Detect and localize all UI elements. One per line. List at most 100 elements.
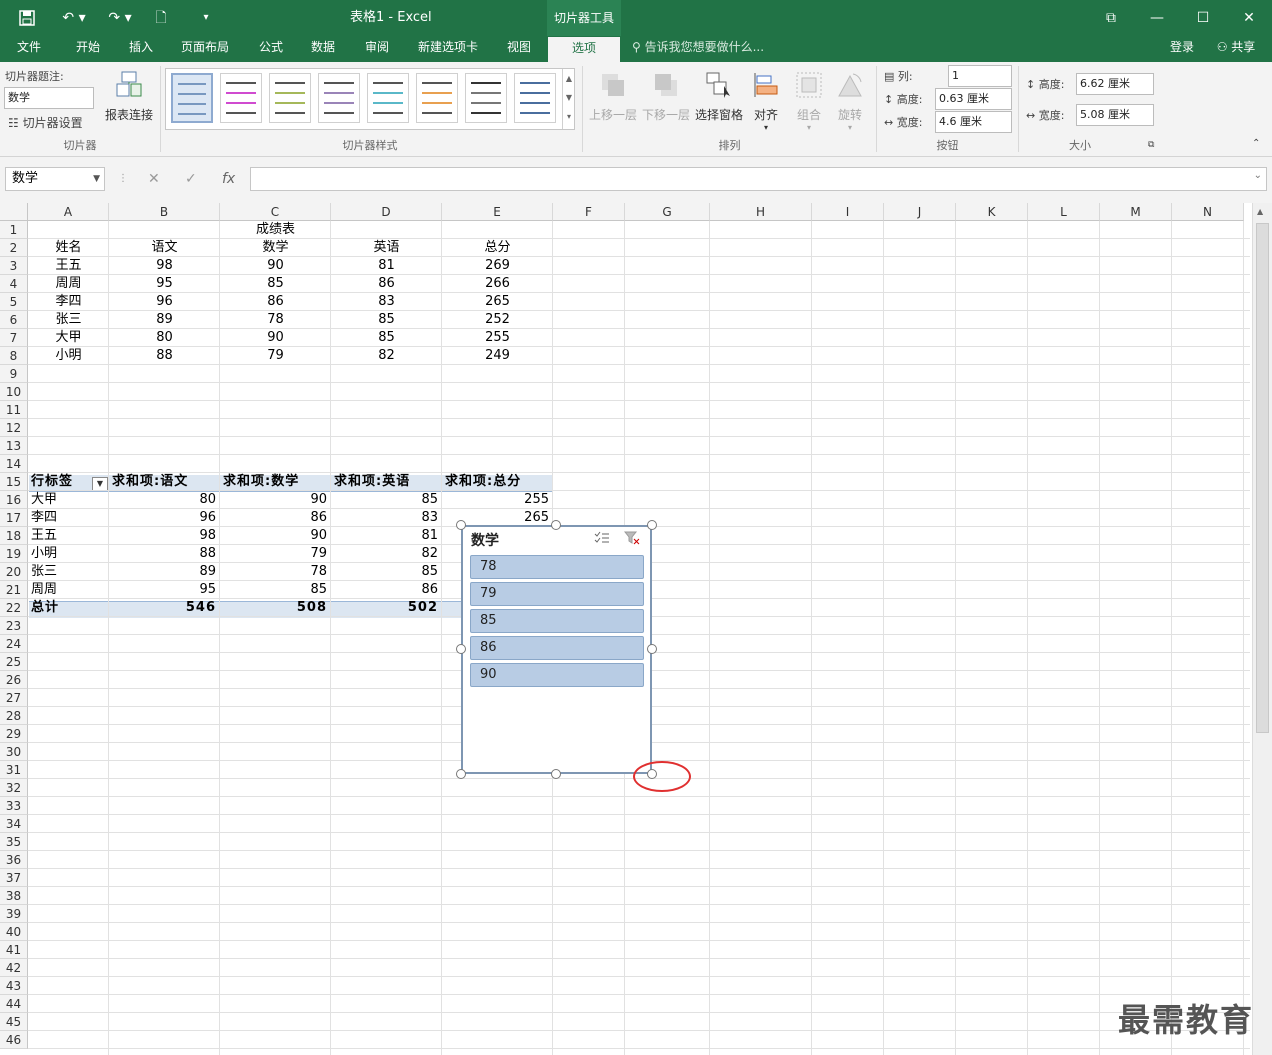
row-header-35[interactable]: 35 bbox=[0, 833, 28, 851]
pivot-cell[interactable]: 98 bbox=[109, 527, 220, 545]
column-header-j[interactable]: J bbox=[884, 203, 956, 221]
row-header-12[interactable]: 12 bbox=[0, 419, 28, 437]
resize-handle[interactable] bbox=[551, 769, 561, 779]
table-cell[interactable]: 266 bbox=[442, 275, 553, 293]
pivot-cell[interactable]: 90 bbox=[220, 491, 331, 509]
column-header-a[interactable]: A bbox=[28, 203, 109, 221]
row-header-18[interactable]: 18 bbox=[0, 527, 28, 545]
table-cell[interactable]: 95 bbox=[109, 275, 220, 293]
row-header-43[interactable]: 43 bbox=[0, 977, 28, 995]
resize-handle[interactable] bbox=[647, 644, 657, 654]
table-cell[interactable]: 小明 bbox=[28, 347, 109, 365]
resize-handle[interactable] bbox=[456, 520, 466, 530]
pivot-row-label[interactable]: 张三 bbox=[28, 563, 109, 581]
slicer-item-78[interactable]: 78 bbox=[470, 555, 644, 579]
column-header-e[interactable]: E bbox=[442, 203, 553, 221]
row-header-9[interactable]: 9 bbox=[0, 365, 28, 383]
clear-filter-icon[interactable] bbox=[624, 531, 640, 545]
selection-pane-button[interactable]: 选择窗格 bbox=[693, 66, 745, 136]
table-cell[interactable]: 86 bbox=[331, 275, 442, 293]
slicer-style-3[interactable] bbox=[269, 73, 311, 123]
scroll-up-icon[interactable]: ▲ bbox=[1257, 207, 1263, 216]
pivot-row-label[interactable]: 周周 bbox=[28, 581, 109, 599]
row-header-15[interactable]: 15 bbox=[0, 473, 28, 491]
row-header-44[interactable]: 44 bbox=[0, 995, 28, 1013]
insert-function-icon[interactable]: fx bbox=[222, 167, 235, 191]
table-cell[interactable]: 王五 bbox=[28, 257, 109, 275]
row-header-36[interactable]: 36 bbox=[0, 851, 28, 869]
column-header-g[interactable]: G bbox=[625, 203, 710, 221]
pivot-cell[interactable]: 85 bbox=[220, 581, 331, 599]
pivot-cell[interactable]: 95 bbox=[109, 581, 220, 599]
row-header-41[interactable]: 41 bbox=[0, 941, 28, 959]
table-cell[interactable]: 269 bbox=[442, 257, 553, 275]
row-header-13[interactable]: 13 bbox=[0, 437, 28, 455]
row-header-14[interactable]: 14 bbox=[0, 455, 28, 473]
row-header-16[interactable]: 16 bbox=[0, 491, 28, 509]
column-header-k[interactable]: K bbox=[956, 203, 1028, 221]
align-button[interactable]: 对齐 ▾ bbox=[742, 66, 790, 136]
pivot-cell[interactable]: 82 bbox=[331, 545, 442, 563]
slicer-height-spinner[interactable]: 6.62 厘米 bbox=[1076, 73, 1154, 95]
table-cell[interactable]: 78 bbox=[220, 311, 331, 329]
row-header-46[interactable]: 46 bbox=[0, 1031, 28, 1049]
slicer-style-4[interactable] bbox=[318, 73, 360, 123]
pivot-header-cell[interactable]: 求和项:语文 bbox=[109, 473, 220, 491]
pivot-header-cell[interactable]: 求和项:数学 bbox=[220, 473, 331, 491]
table-header-cell[interactable]: 数学 bbox=[220, 239, 331, 257]
pivot-cell[interactable]: 90 bbox=[220, 527, 331, 545]
sheet-title[interactable]: 成绩表 bbox=[220, 221, 331, 239]
rotate-button[interactable]: 旋转 ▾ bbox=[826, 66, 874, 136]
row-header-32[interactable]: 32 bbox=[0, 779, 28, 797]
select-all-corner[interactable] bbox=[0, 203, 28, 221]
column-header-c[interactable]: C bbox=[220, 203, 331, 221]
column-header-m[interactable]: M bbox=[1100, 203, 1172, 221]
redo-icon[interactable]: ↷ ▾ bbox=[102, 0, 138, 36]
tab-file[interactable]: 文件 bbox=[6, 36, 52, 62]
row-header-26[interactable]: 26 bbox=[0, 671, 28, 689]
bring-forward-button[interactable]: 上移一层 bbox=[587, 66, 639, 136]
table-cell[interactable]: 79 bbox=[220, 347, 331, 365]
minimize-button[interactable]: — bbox=[1134, 0, 1180, 36]
pivot-total-cell[interactable]: 总计 bbox=[28, 599, 109, 617]
table-cell[interactable]: 265 bbox=[442, 293, 553, 311]
slicer-item-79[interactable]: 79 bbox=[470, 582, 644, 606]
pivot-cell[interactable]: 86 bbox=[220, 509, 331, 527]
table-cell[interactable]: 82 bbox=[331, 347, 442, 365]
table-header-cell[interactable]: 总分 bbox=[442, 239, 553, 257]
table-cell[interactable]: 255 bbox=[442, 329, 553, 347]
row-header-3[interactable]: 3 bbox=[0, 257, 28, 275]
pivot-total-cell[interactable]: 508 bbox=[220, 599, 331, 617]
row-header-34[interactable]: 34 bbox=[0, 815, 28, 833]
row-header-20[interactable]: 20 bbox=[0, 563, 28, 581]
row-header-7[interactable]: 7 bbox=[0, 329, 28, 347]
pivot-header-cell[interactable]: 求和项:总分 bbox=[442, 473, 553, 491]
row-header-30[interactable]: 30 bbox=[0, 743, 28, 761]
expand-formula-icon[interactable]: ⌄ bbox=[1254, 170, 1262, 181]
table-cell[interactable]: 85 bbox=[331, 311, 442, 329]
table-cell[interactable]: 88 bbox=[109, 347, 220, 365]
resize-handle[interactable] bbox=[551, 520, 561, 530]
tab-formulas[interactable]: 公式 bbox=[248, 36, 294, 62]
table-cell[interactable]: 96 bbox=[109, 293, 220, 311]
table-cell[interactable]: 张三 bbox=[28, 311, 109, 329]
save-icon[interactable] bbox=[14, 0, 40, 36]
row-header-6[interactable]: 6 bbox=[0, 311, 28, 329]
slicer-settings-button[interactable]: ☷ 切片器设置 bbox=[8, 114, 83, 131]
row-header-28[interactable]: 28 bbox=[0, 707, 28, 725]
pivot-cell[interactable]: 79 bbox=[220, 545, 331, 563]
column-header-l[interactable]: L bbox=[1028, 203, 1100, 221]
tell-me-search[interactable]: ⚲ 告诉我您想要做什么... bbox=[632, 36, 782, 62]
button-width-spinner[interactable]: 4.6 厘米 bbox=[935, 111, 1012, 133]
table-header-cell[interactable]: 语文 bbox=[109, 239, 220, 257]
pivot-total-cell[interactable]: 502 bbox=[331, 599, 442, 617]
table-header-cell[interactable]: 英语 bbox=[331, 239, 442, 257]
row-header-37[interactable]: 37 bbox=[0, 869, 28, 887]
tab-insert[interactable]: 插入 bbox=[118, 36, 164, 62]
tab-view[interactable]: 视图 bbox=[496, 36, 542, 62]
gallery-scroll-icon[interactable]: ▲ ▼ ▾ bbox=[562, 69, 575, 129]
pivot-cell[interactable]: 86 bbox=[331, 581, 442, 599]
pivot-cell[interactable]: 85 bbox=[331, 563, 442, 581]
row-header-5[interactable]: 5 bbox=[0, 293, 28, 311]
row-header-22[interactable]: 22 bbox=[0, 599, 28, 617]
